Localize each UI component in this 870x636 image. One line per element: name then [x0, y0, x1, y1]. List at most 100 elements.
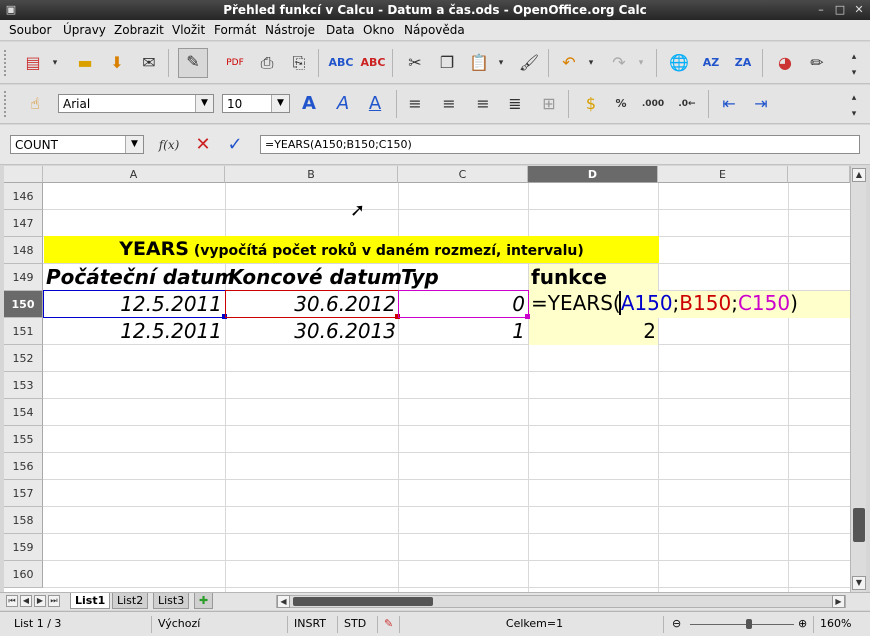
toolbar-overflow-down-icon[interactable]: ▾	[848, 101, 860, 127]
undo-dropdown-icon[interactable]: ▾	[584, 50, 598, 76]
row-header[interactable]: 149	[4, 264, 43, 291]
undo-icon[interactable]: ↶	[556, 50, 582, 76]
sort-descending-icon[interactable]: ZA	[730, 50, 756, 76]
row-header[interactable]: 148	[4, 237, 43, 264]
chevron-down-icon[interactable]: ▼	[195, 95, 213, 112]
percent-format-icon[interactable]: %	[608, 91, 634, 117]
menu-upravy[interactable]: Úpravy	[63, 23, 106, 37]
spellcheck-icon[interactable]: ABC	[328, 50, 354, 76]
select-all-corner[interactable]	[4, 166, 43, 183]
sort-ascending-icon[interactable]: AZ	[698, 50, 724, 76]
reference-handle[interactable]	[525, 314, 530, 319]
paste-dropdown-icon[interactable]: ▾	[494, 50, 508, 76]
align-center-icon[interactable]: ≡	[436, 91, 462, 117]
row-header[interactable]: 160	[4, 561, 43, 588]
hyperlink-icon[interactable]: 🌐	[666, 50, 692, 76]
align-right-icon[interactable]: ≡	[470, 91, 496, 117]
styles-formatting-icon[interactable]: ☝	[22, 91, 48, 117]
vertical-scrollbar[interactable]: ▲ ▼	[850, 166, 866, 592]
scroll-right-icon[interactable]: ▶	[832, 595, 845, 608]
maximize-icon[interactable]: □	[833, 3, 847, 17]
toolbar-overflow-down-icon[interactable]: ▾	[848, 60, 860, 86]
row-header[interactable]: 147	[4, 210, 43, 237]
chevron-down-icon[interactable]: ▼	[125, 136, 143, 153]
column-header-a[interactable]: A	[43, 166, 225, 183]
menu-vlozit[interactable]: Vložit	[172, 23, 205, 37]
row-header[interactable]: 158	[4, 507, 43, 534]
redo-dropdown-icon[interactable]: ▾	[634, 50, 648, 76]
scroll-up-icon[interactable]: ▲	[852, 168, 866, 182]
row-header[interactable]: 155	[4, 426, 43, 453]
align-left-icon[interactable]: ≡	[402, 91, 428, 117]
status-sum[interactable]: Celkem=1	[400, 616, 664, 633]
currency-format-icon[interactable]: $	[578, 91, 604, 117]
sheet-tab-list1[interactable]: List1	[70, 593, 111, 609]
open-folder-icon[interactable]: ▬	[72, 50, 98, 76]
export-pdf-icon[interactable]: PDF	[222, 50, 248, 76]
spreadsheet-grid[interactable]: A B C D E 146 147 148 149 150 151 152 15…	[4, 166, 850, 592]
draw-functions-icon[interactable]: ✏	[804, 50, 830, 76]
add-decimal-icon[interactable]: .0←	[674, 91, 700, 117]
bold-icon[interactable]: A	[296, 91, 322, 117]
cell-b151[interactable]: 30.6.2013	[226, 319, 396, 343]
row-header[interactable]: 157	[4, 480, 43, 507]
standard-format-icon[interactable]: .000	[640, 91, 666, 117]
row-header[interactable]: 146	[4, 183, 43, 210]
scroll-left-icon[interactable]: ◀	[277, 595, 290, 608]
prev-sheet-icon[interactable]: ◀	[20, 595, 32, 607]
cell-a151[interactable]: 12.5.2011	[44, 319, 222, 343]
cell-b150[interactable]: 30.6.2012	[226, 292, 396, 316]
cell-b149[interactable]: Koncové datum	[228, 265, 402, 289]
row-header[interactable]: 159	[4, 534, 43, 561]
add-sheet-icon[interactable]: ✚	[194, 593, 214, 609]
email-icon[interactable]: ✉	[136, 50, 162, 76]
close-icon[interactable]: ✕	[852, 3, 866, 17]
vertical-scroll-thumb[interactable]	[853, 508, 865, 542]
function-wizard-icon[interactable]: f(x)	[156, 132, 182, 158]
underline-icon[interactable]: A	[362, 91, 388, 117]
column-header-b[interactable]: B	[225, 166, 398, 183]
horizontal-scroll-thumb[interactable]	[293, 597, 433, 606]
row-header[interactable]: 153	[4, 372, 43, 399]
toolbar-grip[interactable]	[4, 50, 9, 76]
menu-okno[interactable]: Okno	[363, 23, 394, 37]
name-box[interactable]: COUNT ▼	[10, 135, 144, 154]
cell-a150[interactable]: 12.5.2011	[44, 292, 222, 316]
new-dropdown-icon[interactable]: ▾	[48, 50, 62, 76]
status-page-style[interactable]: Výchozí	[152, 616, 288, 633]
zoom-in-icon[interactable]: ⊕	[798, 616, 807, 632]
title-banner[interactable]: YEARS (vypočítá počet roků v daném rozme…	[44, 236, 659, 263]
chevron-down-icon[interactable]: ▼	[271, 95, 289, 112]
menu-zobrazit[interactable]: Zobrazit	[114, 23, 164, 37]
cell-d150-editing[interactable]: =YEARS(A150;B150;C150)	[531, 291, 798, 315]
cell-c151[interactable]: 1	[399, 319, 525, 343]
zoom-out-icon[interactable]: ⊖	[672, 616, 681, 632]
sheet-tab-list3[interactable]: List3	[153, 593, 190, 609]
zoom-slider[interactable]: ⊖ ⊕	[664, 616, 814, 633]
menu-napoveda[interactable]: Nápověda	[404, 23, 465, 37]
justify-icon[interactable]: ≣	[502, 91, 528, 117]
decrease-indent-icon[interactable]: ⇤	[716, 91, 742, 117]
toolbar-grip[interactable]	[4, 91, 9, 117]
print-preview-icon[interactable]: ⎘	[286, 50, 312, 76]
horizontal-scrollbar[interactable]: ◀ ▶	[276, 595, 846, 608]
menu-data[interactable]: Data	[326, 23, 355, 37]
menu-nastroje[interactable]: Nástroje	[265, 23, 315, 37]
autospellcheck-icon[interactable]: ABC	[360, 50, 386, 76]
font-name-combo[interactable]: Arial ▼	[58, 94, 214, 113]
merge-cells-icon[interactable]: ⊞	[536, 91, 562, 117]
next-sheet-icon[interactable]: ▶	[34, 595, 46, 607]
row-header[interactable]: 154	[4, 399, 43, 426]
cell-c149[interactable]: Typ	[401, 265, 439, 289]
edit-file-icon[interactable]: ✎	[178, 48, 208, 78]
last-sheet-icon[interactable]: ⏭	[48, 595, 60, 607]
minimize-icon[interactable]: –	[814, 3, 828, 17]
italic-icon[interactable]: A	[330, 91, 356, 117]
menu-format[interactable]: Formát	[214, 23, 256, 37]
row-header[interactable]: 152	[4, 345, 43, 372]
column-header-f[interactable]	[788, 166, 850, 183]
cell-a149[interactable]: Počáteční datum	[46, 265, 235, 289]
zoom-handle[interactable]	[746, 619, 752, 629]
status-zoom[interactable]: 160%	[814, 616, 870, 633]
cut-icon[interactable]: ✂	[402, 50, 428, 76]
